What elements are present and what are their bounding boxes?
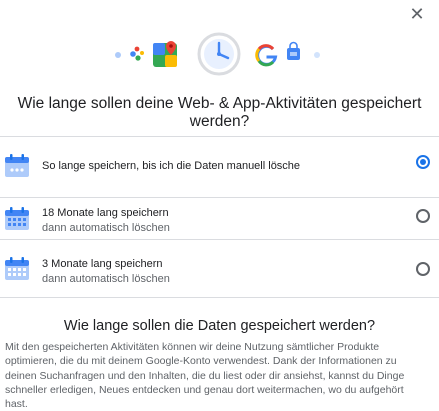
description-text: Mit den gespeicherten Aktivitäten können…	[5, 341, 405, 411]
radio-18-months[interactable]	[416, 209, 430, 223]
calendar-infinite-icon	[5, 154, 29, 177]
maps-pin-icon	[153, 41, 177, 67]
calendar-3-months-icon	[5, 257, 29, 280]
option-label: 3 Monate lang speichern	[42, 258, 163, 270]
option-keep-until-deleted[interactable]: So lange speichern, bis ich die Daten ma…	[0, 137, 439, 197]
google-g-icon	[255, 44, 278, 67]
option-sublabel: dann automatisch löschen	[42, 273, 170, 285]
option-3-months[interactable]: 3 Monate lang speichern dann automatisch…	[0, 240, 439, 300]
option-label: 18 Monate lang speichern	[42, 207, 169, 219]
divider	[0, 297, 439, 298]
close-icon[interactable]: ✕	[406, 3, 428, 25]
assistant-dots-icon	[130, 46, 144, 61]
clock-icon	[197, 32, 241, 76]
dot-icon	[115, 52, 121, 58]
section-subtitle: Wie lange sollen die Daten gespeichert w…	[63, 318, 376, 334]
dot-icon	[314, 52, 320, 58]
radio-3-months[interactable]	[416, 262, 430, 276]
calendar-18-months-icon	[5, 207, 29, 230]
hero-illustration	[115, 32, 320, 76]
shopping-bag-icon	[287, 41, 300, 60]
dialog-title: Wie lange sollen deine Web- & App-Aktivi…	[17, 95, 422, 130]
option-sublabel: dann automatisch löschen	[42, 222, 170, 234]
option-label: So lange speichern, bis ich die Daten ma…	[42, 160, 301, 172]
radio-keep-until-deleted[interactable]	[416, 155, 430, 169]
